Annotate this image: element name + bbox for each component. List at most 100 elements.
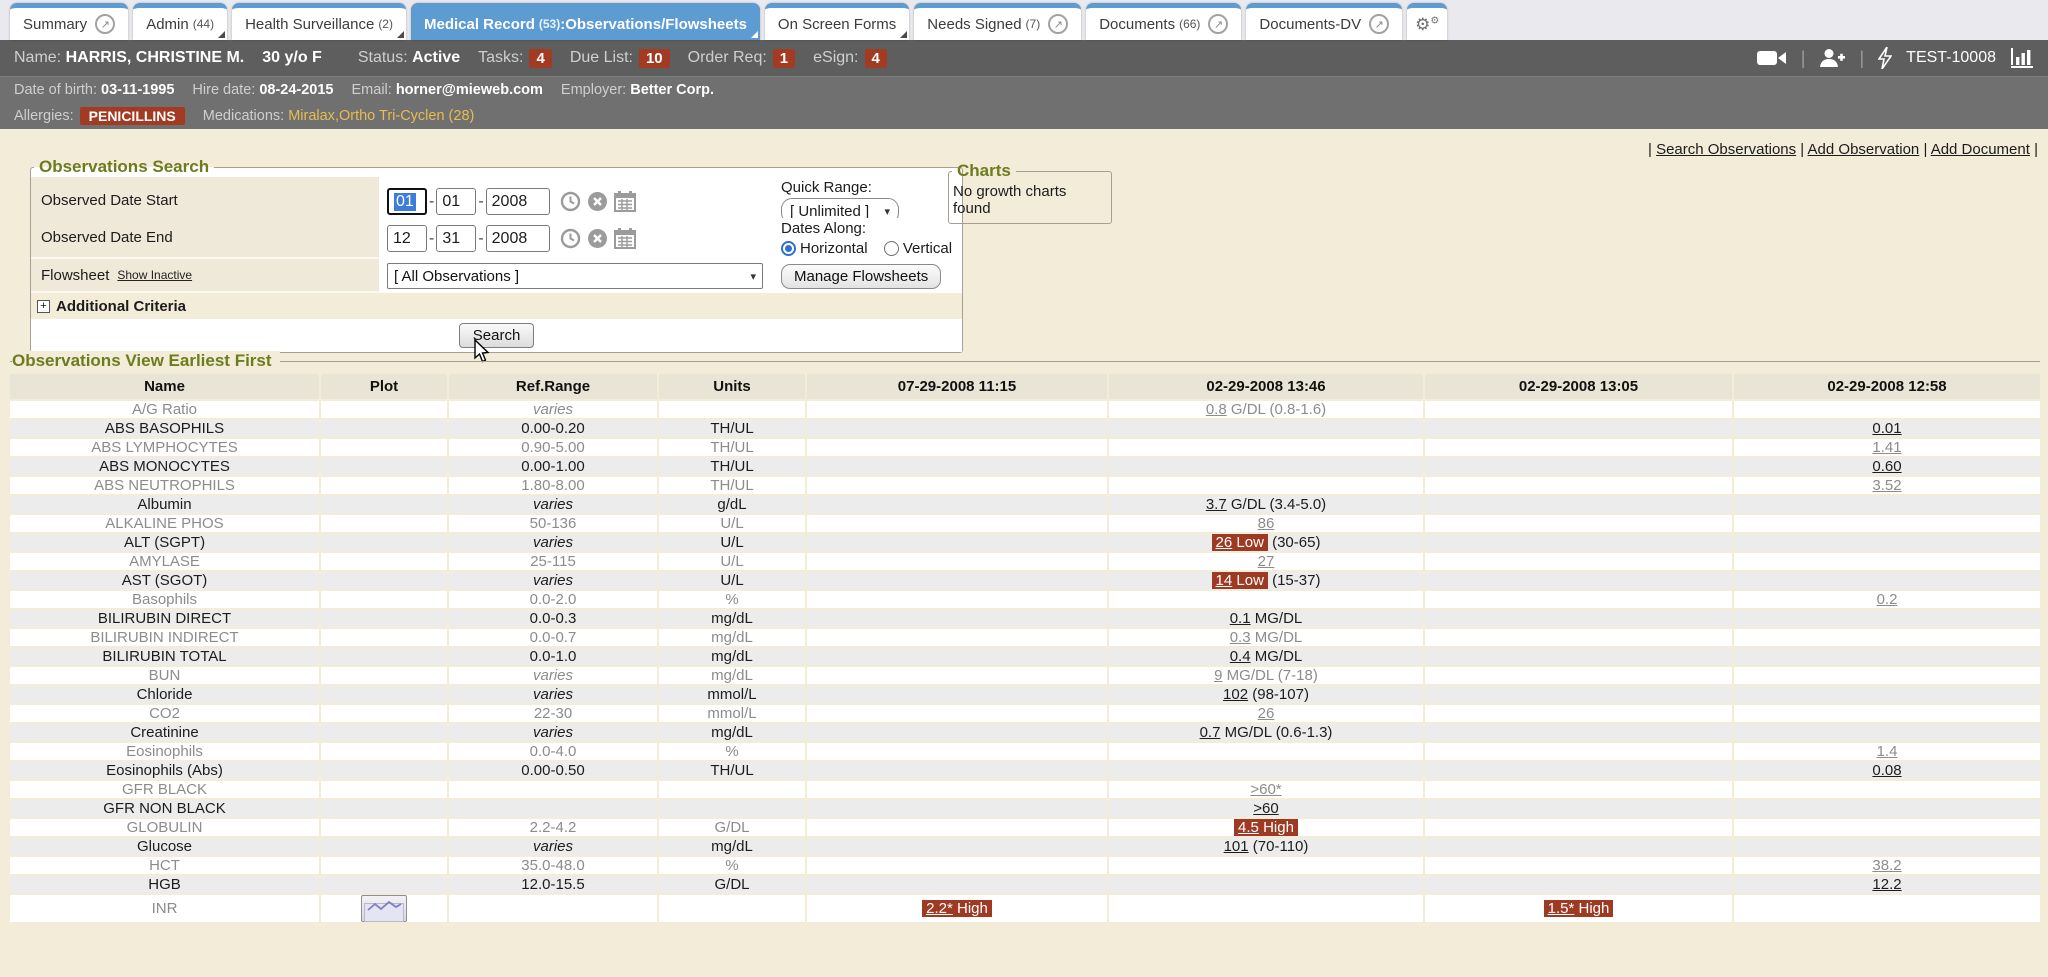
- column-header-name[interactable]: Name: [10, 374, 320, 400]
- observations-table: Name Plot Ref.Range Units 07-29-2008 11:…: [10, 374, 2040, 924]
- vertical-radio[interactable]: [884, 241, 899, 256]
- value-link[interactable]: 9: [1214, 667, 1222, 684]
- order-req-count-badge[interactable]: 1: [773, 49, 795, 68]
- end-month-input[interactable]: 12: [387, 225, 427, 252]
- obs-refrange-cell: 0.00-0.20: [448, 419, 658, 438]
- value-link[interactable]: 1.5*: [1548, 900, 1575, 917]
- value-link[interactable]: 26: [1258, 705, 1275, 722]
- obs-value-cell: 0.08: [1733, 761, 2040, 780]
- obs-units-cell: U/L: [658, 552, 806, 571]
- start-day-input[interactable]: 01: [436, 188, 476, 215]
- value-detail: G/DL (0.8-1.6): [1227, 401, 1326, 418]
- horizontal-radio[interactable]: [781, 241, 796, 256]
- value-link[interactable]: 26: [1216, 534, 1233, 551]
- obs-value-cell: [806, 609, 1108, 628]
- column-header-date-4[interactable]: 02-29-2008 12:58: [1733, 374, 2040, 400]
- tasks-count-badge[interactable]: 4: [529, 49, 551, 68]
- value-link[interactable]: 1.41: [1872, 439, 1901, 456]
- column-header-units[interactable]: Units: [658, 374, 806, 400]
- value-detail: (70-110): [1249, 838, 1309, 855]
- plot-sparkline-button[interactable]: [361, 895, 407, 922]
- due-list-count-badge[interactable]: 10: [639, 49, 670, 68]
- clock-icon[interactable]: [560, 228, 581, 249]
- clear-date-icon[interactable]: [587, 191, 608, 212]
- clock-icon[interactable]: [560, 191, 581, 212]
- charts-legend: Charts: [952, 161, 1016, 181]
- value-link[interactable]: 102: [1223, 686, 1248, 703]
- flowsheet-select[interactable]: [ All Observations ]▾: [387, 263, 763, 289]
- popout-icon[interactable]: ↗: [1208, 14, 1228, 34]
- lightning-icon[interactable]: [1878, 47, 1892, 69]
- obs-value-cell: 102 (98-107): [1108, 685, 1424, 704]
- value-link[interactable]: 2.2*: [926, 900, 953, 917]
- obs-refrange-cell: 12.0-15.5: [448, 875, 658, 894]
- value-link[interactable]: 0.8: [1206, 401, 1227, 418]
- tab-medical-record[interactable]: Medical Record (53) :Observations/Flowsh…: [411, 3, 760, 40]
- additional-criteria-toggle[interactable]: + Additional Criteria: [31, 293, 962, 319]
- expand-plus-icon[interactable]: +: [37, 300, 50, 313]
- tab-health-surveillance[interactable]: Health Surveillance (2): [232, 3, 406, 40]
- value-link[interactable]: 38.2: [1872, 857, 1901, 874]
- value-link[interactable]: 3.52: [1872, 477, 1901, 494]
- add-observation-link[interactable]: Add Observation: [1808, 141, 1920, 158]
- value-link[interactable]: 0.7: [1200, 724, 1221, 741]
- popout-icon[interactable]: ↗: [95, 14, 115, 34]
- column-header-refrange[interactable]: Ref.Range: [448, 374, 658, 400]
- end-day-input[interactable]: 31: [436, 225, 476, 252]
- column-header-date-3[interactable]: 02-29-2008 13:05: [1424, 374, 1733, 400]
- clear-date-icon[interactable]: [587, 228, 608, 249]
- esign-count-badge[interactable]: 4: [865, 49, 887, 68]
- value-link[interactable]: 27: [1258, 553, 1275, 570]
- tab-settings-button[interactable]: ⚙⚙: [1407, 3, 1447, 40]
- medication-link[interactable]: Ortho Tri-Cyclen (28): [339, 108, 474, 124]
- value-link[interactable]: 0.08: [1872, 762, 1901, 779]
- tab-needs-signed[interactable]: Needs Signed (7) ↗: [914, 3, 1081, 40]
- observation-row: GFR BLACK>60*: [10, 780, 2040, 799]
- start-month-input[interactable]: 01: [387, 188, 427, 215]
- search-button[interactable]: Search: [459, 323, 535, 348]
- popout-icon[interactable]: ↗: [1369, 14, 1389, 34]
- value-link[interactable]: 86: [1258, 515, 1275, 532]
- medication-link[interactable]: Miralax: [288, 108, 335, 124]
- calendar-icon[interactable]: [614, 191, 636, 212]
- obs-refrange-cell: 0.0-0.7: [448, 628, 658, 647]
- manage-flowsheets-button[interactable]: Manage Flowsheets: [781, 264, 941, 289]
- obs-name-cell: ABS NEUTROPHILS: [10, 476, 320, 495]
- value-link[interactable]: >60: [1253, 800, 1278, 817]
- tab-on-screen-forms[interactable]: On Screen Forms: [765, 3, 909, 40]
- value-link[interactable]: 4.5: [1238, 819, 1259, 836]
- allergy-badge[interactable]: PENICILLINS: [80, 107, 185, 125]
- value-link[interactable]: 0.01: [1872, 420, 1901, 437]
- growth-chart-icon[interactable]: [2010, 48, 2034, 68]
- tab-admin[interactable]: Admin (44): [133, 3, 227, 40]
- view-earliest-first-link[interactable]: View Earliest First: [125, 351, 271, 370]
- calendar-icon[interactable]: [614, 228, 636, 249]
- value-link[interactable]: 1.4: [1877, 743, 1898, 760]
- add-document-link[interactable]: Add Document: [1931, 141, 2030, 158]
- column-header-plot[interactable]: Plot: [320, 374, 448, 400]
- value-link[interactable]: 0.1: [1230, 610, 1251, 627]
- value-link[interactable]: 0.60: [1872, 458, 1901, 475]
- value-link[interactable]: >60*: [1250, 781, 1281, 798]
- value-link[interactable]: 14: [1216, 572, 1233, 589]
- video-camera-icon[interactable]: [1757, 49, 1787, 67]
- value-link[interactable]: 0.3: [1230, 629, 1251, 646]
- column-header-date-1[interactable]: 07-29-2008 11:15: [806, 374, 1108, 400]
- end-year-input[interactable]: 2008: [486, 225, 550, 252]
- tab-documents-dv[interactable]: Documents-DV ↗: [1246, 3, 1402, 40]
- tab-documents[interactable]: Documents (66) ↗: [1086, 3, 1241, 40]
- start-year-input[interactable]: 2008: [486, 188, 550, 215]
- tab-summary[interactable]: Summary ↗: [10, 3, 128, 40]
- value-link[interactable]: 101: [1224, 838, 1249, 855]
- show-inactive-link[interactable]: Show Inactive: [117, 268, 192, 282]
- popout-icon[interactable]: ↗: [1048, 14, 1068, 34]
- value-link[interactable]: 0.2: [1877, 591, 1898, 608]
- value-link[interactable]: 3.7: [1206, 496, 1227, 513]
- observation-row: Eosinophils (Abs)0.00-0.50TH/UL0.08: [10, 761, 2040, 780]
- search-observations-link[interactable]: Search Observations: [1656, 141, 1796, 158]
- add-person-icon[interactable]: [1819, 48, 1845, 68]
- value-link[interactable]: 12.2: [1872, 876, 1901, 893]
- obs-value-cell: [1733, 533, 2040, 552]
- column-header-date-2[interactable]: 02-29-2008 13:46: [1108, 374, 1424, 400]
- value-link[interactable]: 0.4: [1230, 648, 1251, 665]
